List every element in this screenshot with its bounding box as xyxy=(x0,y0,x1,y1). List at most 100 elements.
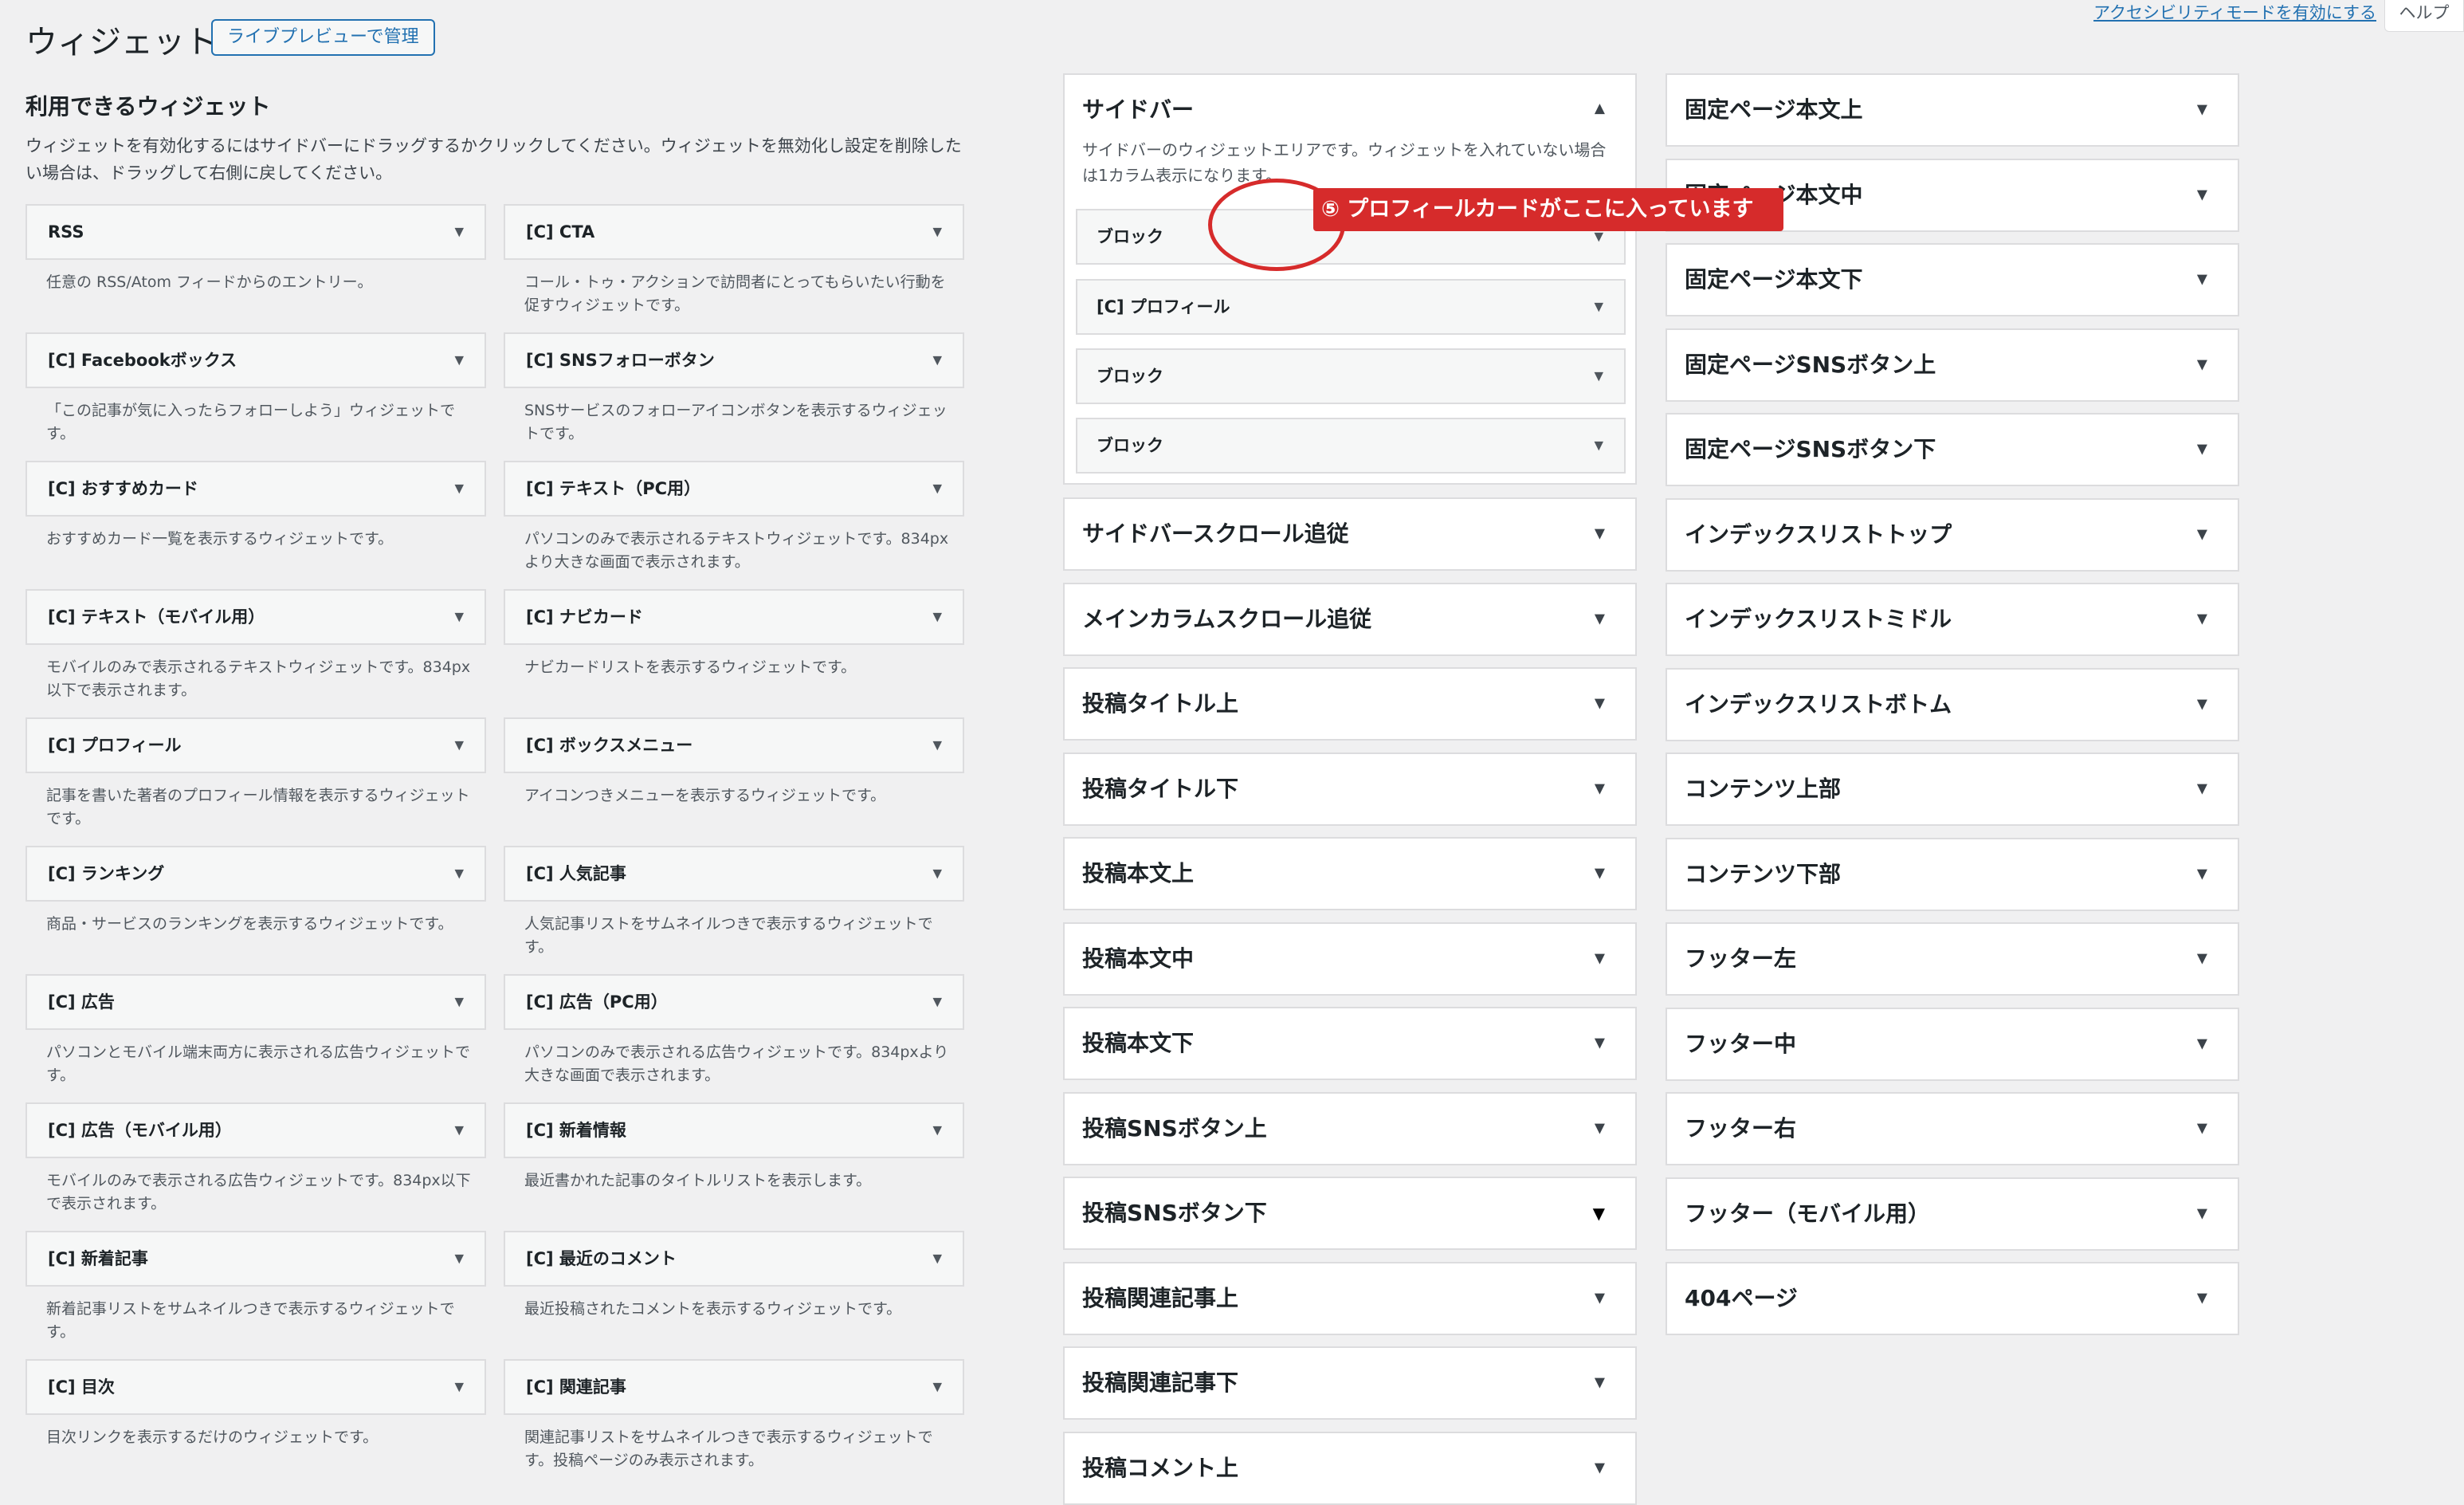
available-widget[interactable]: [C] テキスト（モバイル用） ▼ xyxy=(26,589,486,645)
widget-area-title[interactable]: インデックスリストトップ xyxy=(1685,500,1952,570)
available-widget[interactable]: [C] 人気記事 ▼ xyxy=(504,846,964,902)
widget-area[interactable]: 投稿関連記事上 ▼ xyxy=(1063,1261,1637,1335)
triangle-down-icon[interactable]: ▼ xyxy=(1594,439,1603,452)
widget-area[interactable]: 投稿タイトル上 ▼ xyxy=(1063,667,1637,741)
sidebar-area-title[interactable]: サイドバー xyxy=(1082,92,1194,124)
widget-area[interactable]: 固定ページSNSボタン下 ▼ xyxy=(1666,413,2239,486)
widget-area[interactable]: 投稿SNSボタン上 ▼ xyxy=(1063,1091,1637,1165)
widget-area[interactable]: 404ページ ▼ xyxy=(1666,1262,2239,1335)
widget-area[interactable]: 固定ページ本文上 ▼ xyxy=(1666,73,2239,147)
widget-area-title[interactable]: 404ページ xyxy=(1685,1263,1798,1334)
triangle-down-icon[interactable]: ▼ xyxy=(932,611,942,623)
widget-area[interactable]: コンテンツ下部 ▼ xyxy=(1666,837,2239,911)
widget-area[interactable]: メインカラムスクロール追従 ▼ xyxy=(1063,582,1637,656)
triangle-down-icon[interactable]: ▼ xyxy=(1595,1122,1605,1135)
available-widget[interactable]: RSS ▼ xyxy=(26,204,486,260)
widget-area-title[interactable]: 固定ページSNSボタン下 xyxy=(1685,415,1936,485)
triangle-down-icon[interactable]: ▼ xyxy=(454,1381,464,1393)
triangle-down-icon[interactable]: ▼ xyxy=(2197,528,2207,541)
triangle-down-icon[interactable]: ▼ xyxy=(454,226,464,238)
triangle-down-icon[interactable]: ▼ xyxy=(2197,1037,2207,1051)
triangle-down-icon[interactable]: ▼ xyxy=(932,1381,942,1393)
available-widget[interactable]: [C] ランキング ▼ xyxy=(26,846,486,902)
sidebar-block[interactable]: ブロック ▼ xyxy=(1076,348,1626,404)
available-widget[interactable]: [C] テキスト（PC用） ▼ xyxy=(504,461,964,517)
triangle-down-icon[interactable]: ▼ xyxy=(1594,301,1603,313)
available-widget[interactable]: [C] 新着情報 ▼ xyxy=(504,1102,964,1158)
triangle-down-icon[interactable]: ▼ xyxy=(932,482,942,495)
triangle-down-icon[interactable]: ▼ xyxy=(932,996,942,1008)
widget-area-title[interactable]: コンテンツ下部 xyxy=(1685,839,1841,910)
triangle-down-icon[interactable]: ▼ xyxy=(1595,1036,1605,1051)
triangle-down-icon[interactable]: ▼ xyxy=(1595,952,1605,965)
widget-area[interactable]: インデックスリストトップ ▼ xyxy=(1666,497,2239,572)
triangle-down-icon[interactable]: ▼ xyxy=(454,739,464,752)
widget-area-title[interactable]: 投稿SNSボタン下 xyxy=(1082,1178,1267,1248)
triangle-down-icon[interactable]: ▼ xyxy=(454,1252,464,1265)
triangle-down-icon[interactable]: ▼ xyxy=(454,354,464,367)
triangle-down-icon[interactable]: ▼ xyxy=(1595,866,1605,881)
widget-area-title[interactable]: フッター中 xyxy=(1685,1009,1796,1079)
triangle-down-icon[interactable]: ▼ xyxy=(1594,370,1603,383)
widget-area[interactable]: フッター中 ▼ xyxy=(1666,1007,2239,1081)
widget-area-title[interactable]: 投稿関連記事上 xyxy=(1082,1263,1238,1334)
widget-area[interactable]: フッター（モバイル用） ▼ xyxy=(1666,1177,2239,1251)
triangle-down-icon[interactable]: ▼ xyxy=(454,611,464,623)
widget-area[interactable]: コンテンツ上部 ▼ xyxy=(1666,752,2239,826)
available-widget[interactable]: [C] おすすめカード ▼ xyxy=(26,461,486,517)
triangle-down-icon[interactable]: ▼ xyxy=(454,867,464,880)
widget-area-title[interactable]: コンテンツ上部 xyxy=(1685,754,1841,824)
triangle-down-icon[interactable]: ▼ xyxy=(454,482,464,495)
triangle-down-icon[interactable]: ▼ xyxy=(1594,230,1603,243)
triangle-down-icon[interactable]: ▼ xyxy=(932,226,942,238)
available-widget[interactable]: [C] CTA ▼ xyxy=(504,204,964,260)
widget-area-title[interactable]: インデックスリストミドル xyxy=(1685,584,1952,654)
triangle-up-icon[interactable]: ▲ xyxy=(1595,100,1605,116)
triangle-down-icon[interactable]: ▼ xyxy=(1595,1291,1605,1305)
widget-area[interactable]: 固定ページSNSボタン上 ▼ xyxy=(1666,328,2239,402)
available-widget[interactable]: [C] 目次 ▼ xyxy=(26,1359,486,1415)
triangle-down-icon[interactable]: ▼ xyxy=(932,1124,942,1137)
available-widget[interactable]: [C] SNSフォローボタン ▼ xyxy=(504,332,964,388)
widget-area-title[interactable]: 投稿タイトル下 xyxy=(1082,754,1238,824)
triangle-down-icon[interactable]: ▼ xyxy=(1595,527,1605,541)
available-widget[interactable]: [C] 広告（PC用） ▼ xyxy=(504,974,964,1030)
triangle-down-icon[interactable]: ▼ xyxy=(932,354,942,367)
triangle-down-icon[interactable]: ▼ xyxy=(1595,1461,1605,1475)
available-widget[interactable]: [C] プロフィール ▼ xyxy=(26,717,486,773)
widget-area-title[interactable]: インデックスリストボトム xyxy=(1685,670,1952,740)
triangle-down-icon[interactable]: ▼ xyxy=(2197,442,2207,457)
triangle-down-icon[interactable]: ▼ xyxy=(2197,1207,2207,1220)
widget-area-title[interactable]: 投稿タイトル上 xyxy=(1082,669,1238,739)
triangle-down-icon[interactable]: ▼ xyxy=(2197,697,2207,711)
widget-area-title[interactable]: 固定ページ本文上 xyxy=(1685,75,1862,145)
triangle-down-icon[interactable]: ▼ xyxy=(932,1252,942,1265)
accessibility-mode-link[interactable]: アクセシビリティモードを有効にする xyxy=(2093,0,2376,24)
widget-area[interactable]: 投稿コメント上 ▼ xyxy=(1063,1431,1637,1505)
available-widget[interactable]: [C] 広告（モバイル用） ▼ xyxy=(26,1102,486,1158)
widget-area-title[interactable]: 固定ページSNSボタン上 xyxy=(1685,330,1936,400)
triangle-down-icon[interactable]: ▼ xyxy=(932,867,942,880)
widget-area[interactable]: 投稿本文中 ▼ xyxy=(1063,921,1637,996)
available-widget[interactable]: [C] ボックスメニュー ▼ xyxy=(504,717,964,773)
widget-area[interactable]: 投稿SNSボタン下 ▼ xyxy=(1063,1177,1637,1250)
triangle-down-icon[interactable]: ▼ xyxy=(1593,1205,1605,1221)
triangle-down-icon[interactable]: ▼ xyxy=(2197,612,2207,627)
triangle-down-icon[interactable]: ▼ xyxy=(454,1124,464,1137)
widget-area-title[interactable]: 投稿コメント上 xyxy=(1082,1433,1238,1503)
live-preview-manage-button[interactable]: ライブプレビューで管理 xyxy=(211,19,435,56)
widget-area[interactable]: 投稿関連記事下 ▼ xyxy=(1063,1346,1637,1420)
widget-area-title[interactable]: サイドバースクロール追従 xyxy=(1082,499,1349,569)
triangle-down-icon[interactable]: ▼ xyxy=(2197,103,2207,117)
triangle-down-icon[interactable]: ▼ xyxy=(2197,1122,2207,1136)
sidebar-block[interactable]: [C] プロフィール ▼ xyxy=(1076,279,1626,335)
help-tab[interactable]: ヘルプ xyxy=(2384,0,2464,32)
widget-area[interactable]: インデックスリストミドル ▼ xyxy=(1666,583,2239,656)
available-widget[interactable]: [C] Facebookボックス ▼ xyxy=(26,332,486,388)
triangle-down-icon[interactable]: ▼ xyxy=(454,996,464,1008)
widget-area[interactable]: フッター右 ▼ xyxy=(1666,1092,2239,1165)
widget-area[interactable]: 投稿本文上 ▼ xyxy=(1063,837,1637,910)
available-widget[interactable]: [C] 新着記事 ▼ xyxy=(26,1231,486,1287)
widget-area[interactable]: 投稿本文下 ▼ xyxy=(1063,1007,1637,1080)
triangle-down-icon[interactable]: ▼ xyxy=(1595,1376,1605,1390)
